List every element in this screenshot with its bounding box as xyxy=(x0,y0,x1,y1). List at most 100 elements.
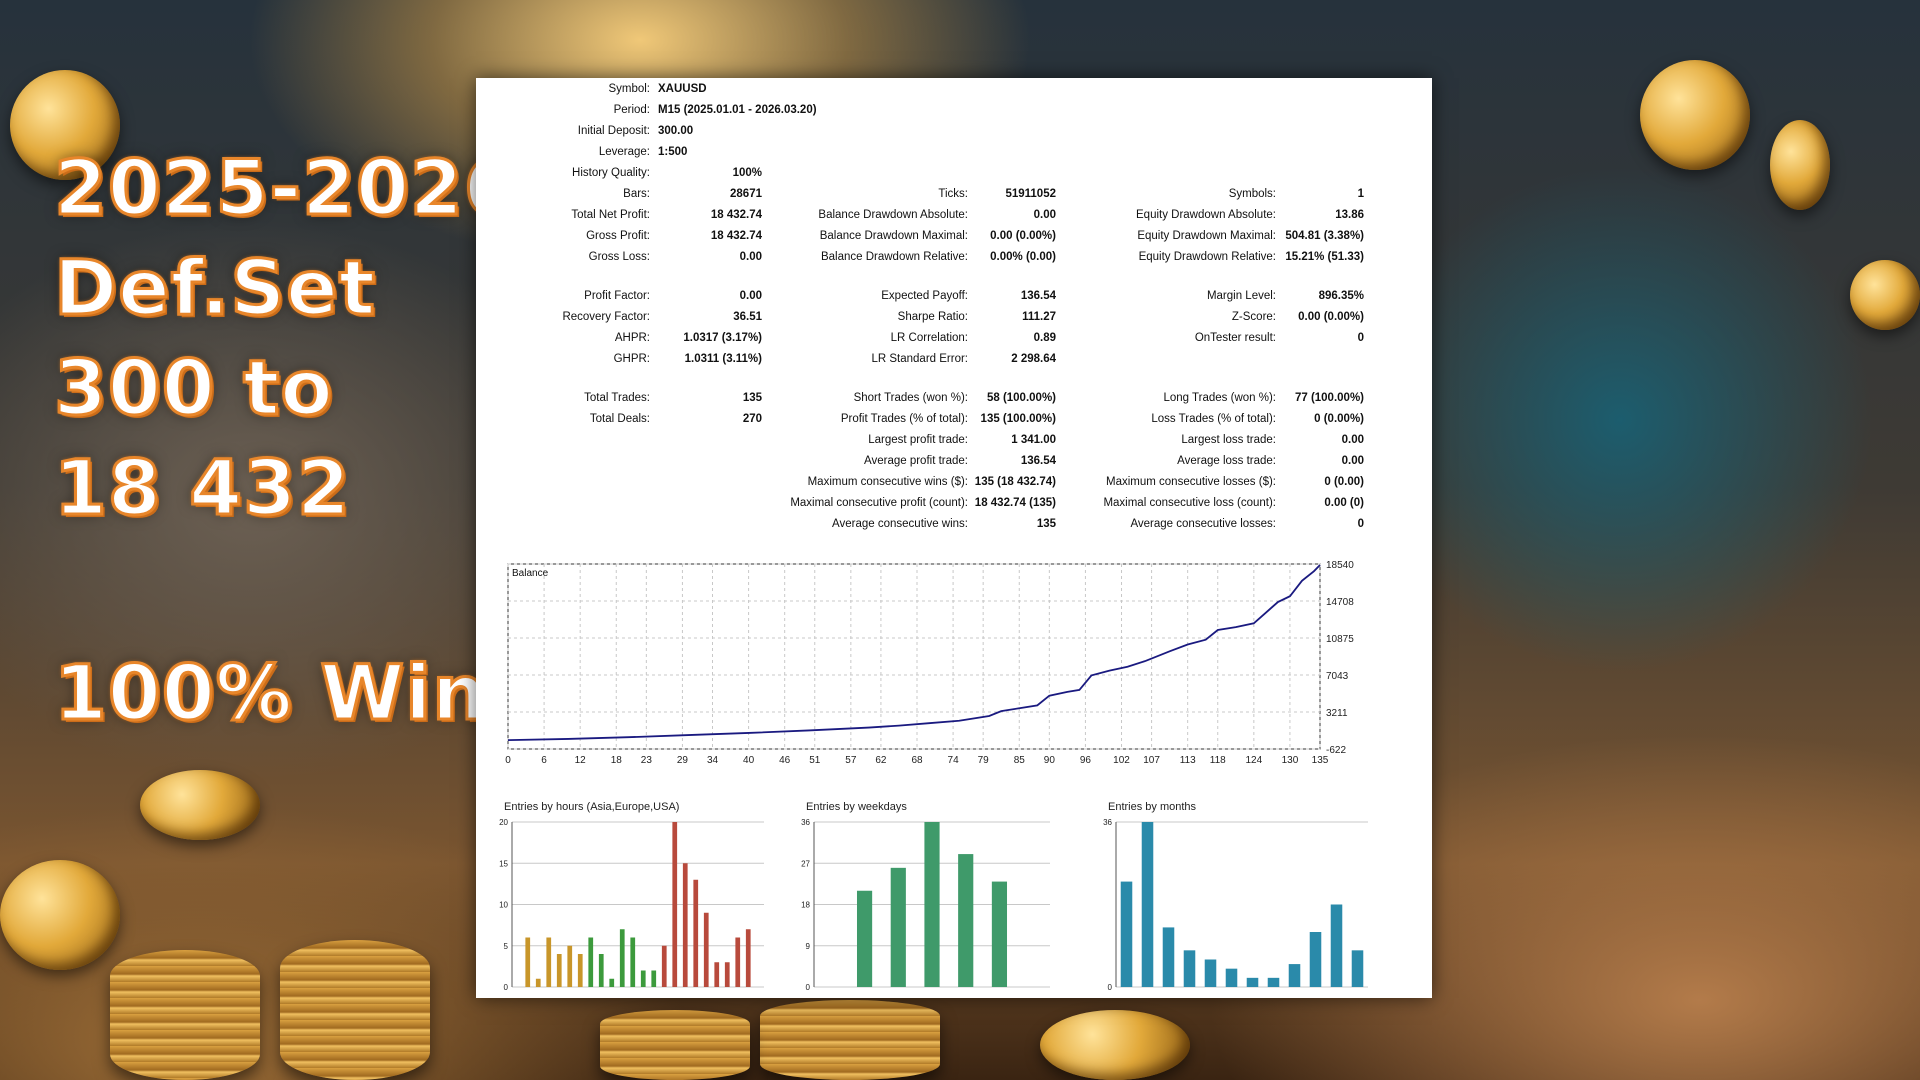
stat-value: 896.35% xyxy=(1318,290,1364,302)
hours-chart-bar xyxy=(682,863,688,987)
header-value: M15 (2025.01.01 - 2026.03.20) xyxy=(658,104,817,116)
balance-y-tick: 10875 xyxy=(1326,634,1354,645)
stat-value: 0.00 xyxy=(1341,455,1364,467)
stat-label: Maximal consecutive loss (count): xyxy=(1103,497,1276,509)
headline-from: 300 to xyxy=(53,343,335,432)
balance-x-tick: 118 xyxy=(1210,755,1226,766)
stat-label: GHPR: xyxy=(613,353,650,365)
hours-chart-x-tick: 15 xyxy=(671,991,679,992)
coin-stack-decoration xyxy=(280,940,430,1080)
hours-chart-bar xyxy=(535,978,541,987)
weekdays-chart-x-tick: Wed xyxy=(924,991,940,992)
hours-chart-y-tick: 20 xyxy=(499,818,508,827)
gold-coin-decoration xyxy=(0,860,120,970)
weekdays-chart-y-tick: 0 xyxy=(806,983,811,992)
hours-chart-bar xyxy=(661,945,667,987)
stat-label: AHPR: xyxy=(614,332,650,344)
stat-label: Largest profit trade: xyxy=(868,434,968,446)
history-quality-label: History Quality: xyxy=(572,167,650,179)
balance-x-tick: 124 xyxy=(1245,755,1262,766)
weekdays-chart-bar xyxy=(924,822,940,987)
months-chart-y-tick: 36 xyxy=(1103,818,1112,827)
stat-label: Equity Drawdown Absolute: xyxy=(1136,209,1276,221)
months-chart-x-tick: Dec xyxy=(1350,991,1364,992)
hours-chart-bar xyxy=(556,954,562,987)
stat-label: Balance Drawdown Maximal: xyxy=(819,230,968,242)
header-label: Symbol: xyxy=(608,83,650,95)
months-chart-x-tick: Oct xyxy=(1309,991,1322,992)
weekdays-chart-x-tick: Thu xyxy=(959,991,973,992)
balance-x-tick: 40 xyxy=(743,755,755,766)
stat-label: Balance Drawdown Absolute: xyxy=(818,209,968,221)
hours-chart-bar xyxy=(640,970,646,987)
hours-chart-x-tick: 19 xyxy=(713,991,721,992)
months-chart-x-tick: May xyxy=(1203,991,1218,992)
hours-chart-bar xyxy=(567,945,573,987)
headline-win-rate: 100% Win xyxy=(52,648,488,737)
balance-x-tick: 74 xyxy=(948,755,960,766)
stat-label: Sharpe Ratio: xyxy=(897,311,968,323)
stat-value: 504.81 (3.38%) xyxy=(1285,230,1364,242)
balance-y-tick: 3211 xyxy=(1326,708,1348,719)
stat-label: OnTester result: xyxy=(1194,332,1276,344)
stat-label: Average consecutive losses: xyxy=(1130,518,1276,530)
stat-label: Loss Trades (% of total): xyxy=(1151,413,1276,425)
weekdays-chart-bar xyxy=(958,854,974,987)
balance-x-tick: 62 xyxy=(875,755,887,766)
balance-x-tick: 96 xyxy=(1080,755,1092,766)
stat-label: Profit Factor: xyxy=(584,290,650,302)
stat-value: 2 298.64 xyxy=(1011,353,1056,365)
balance-x-tick: 57 xyxy=(845,755,857,766)
balance-plot-area xyxy=(507,563,1321,750)
balance-x-tick: 46 xyxy=(779,755,791,766)
balance-x-tick: 130 xyxy=(1282,755,1299,766)
weekdays-chart-y-tick: 36 xyxy=(801,818,810,827)
hours-chart-bar xyxy=(724,962,730,987)
stat-label: Total Trades: xyxy=(584,392,650,404)
hours-chart-x-tick: 9 xyxy=(610,991,614,992)
balance-y-tick: -622 xyxy=(1326,745,1346,756)
hours-chart-x-tick: 18 xyxy=(702,991,710,992)
header-value: 1:500 xyxy=(658,146,688,158)
header-label: Period: xyxy=(613,104,650,116)
balance-x-tick: 102 xyxy=(1113,755,1130,766)
balance-x-tick: 34 xyxy=(707,755,719,766)
months-chart-x-tick: Feb xyxy=(1141,991,1155,992)
headline-to-value: 18 432 xyxy=(53,443,352,532)
weekdays-chart-x-tick: Tue xyxy=(892,991,906,992)
stat-value: 0 (0.00%) xyxy=(1314,413,1364,425)
stat-label: Equity Drawdown Relative: xyxy=(1138,251,1276,263)
hours-chart-bar xyxy=(693,879,699,987)
weekdays-chart-bar xyxy=(991,881,1008,987)
stat-label: Long Trades (won %): xyxy=(1163,392,1276,404)
stat-label: Expected Payoff: xyxy=(881,290,968,302)
months-chart-bar xyxy=(1288,964,1301,987)
stat-value: 0 xyxy=(1357,332,1364,344)
balance-y-tick: 14708 xyxy=(1326,597,1354,608)
stat-value: 1 xyxy=(1357,188,1364,200)
weekdays-chart-y-tick: 18 xyxy=(801,901,810,910)
header-label: Initial Deposit: xyxy=(577,125,650,137)
gold-coin-decoration xyxy=(1640,60,1750,170)
hours-chart-bar xyxy=(588,937,594,987)
stat-label: Maximum consecutive wins ($): xyxy=(807,476,968,488)
stat-label: Total Deals: xyxy=(589,413,650,425)
history-quality-value: 100% xyxy=(732,167,762,179)
stat-label: Balance Drawdown Relative: xyxy=(820,251,968,263)
hours-chart-bar xyxy=(735,937,741,987)
months-chart-title: Entries by months xyxy=(1108,801,1197,813)
stat-label: Ticks: xyxy=(938,188,968,200)
balance-x-tick: 90 xyxy=(1044,755,1056,766)
months-chart-bar xyxy=(1204,959,1217,987)
stat-value: 13.86 xyxy=(1335,209,1364,221)
stat-label: LR Correlation: xyxy=(890,332,968,344)
months-chart-y-tick: 0 xyxy=(1108,983,1113,992)
stat-value: 0.00 xyxy=(1341,434,1364,446)
months-chart-x-tick: Jul xyxy=(1247,991,1257,992)
hours-chart-x-tick: 8 xyxy=(599,991,603,992)
hours-chart-bar xyxy=(577,954,583,987)
balance-chart-title: Balance xyxy=(512,568,549,579)
months-chart-bar xyxy=(1183,950,1196,987)
weekdays-chart-x-tick: Sat xyxy=(1027,991,1040,992)
months-chart-x-tick: Apr xyxy=(1183,991,1196,992)
